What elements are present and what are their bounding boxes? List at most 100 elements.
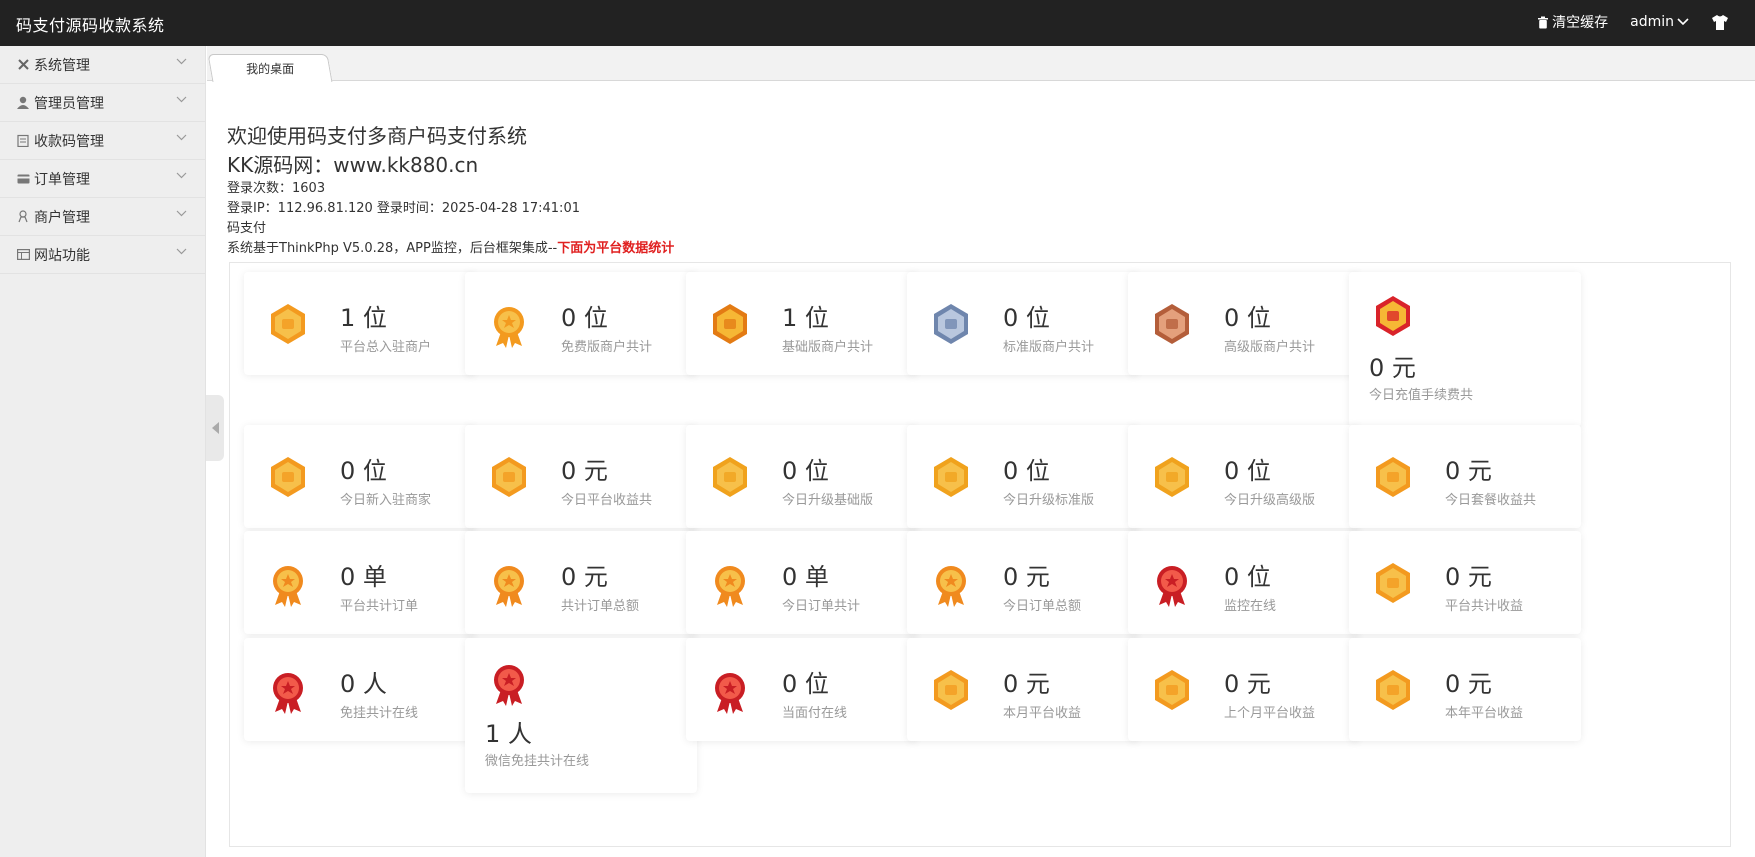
stat-label: 基础版商户共计 bbox=[782, 340, 874, 355]
sidebar-item-label: 管理员管理 bbox=[34, 95, 104, 112]
sidebar: 系统管理 管理员管理 收款码管理 订单管理 商户管理 网站功能 bbox=[0, 46, 206, 857]
clear-cache-button[interactable]: 清空缓存 bbox=[1537, 12, 1608, 32]
login-count: 登录次数：1603 bbox=[227, 181, 326, 196]
stat-value: 0 元 bbox=[1369, 354, 1416, 382]
sidebar-item-merchants[interactable]: 商户管理 bbox=[0, 198, 205, 236]
stat-card: 0 元今日订单总额 bbox=[907, 531, 1139, 634]
bronze-badge-icon bbox=[1155, 304, 1189, 344]
vip-medal-icon bbox=[1155, 457, 1189, 497]
silver-badge-icon bbox=[934, 304, 968, 344]
shield-badge-icon bbox=[1376, 296, 1410, 336]
stat-value: 0 位 bbox=[1003, 304, 1050, 332]
stat-card: 0 位今日升级高级版 bbox=[1128, 425, 1360, 528]
stat-value: 0 元 bbox=[1003, 563, 1050, 591]
chevron-down-icon bbox=[176, 58, 187, 65]
stat-value: 0 元 bbox=[1445, 563, 1492, 591]
clear-cache-label: 清空缓存 bbox=[1552, 15, 1609, 31]
rosette-medal-icon bbox=[936, 566, 966, 607]
stat-label: 平台共计收益 bbox=[1445, 599, 1524, 614]
stats-panel: 1 位平台总入驻商户 0 位免费版商户共计 1 位基础版商户共计 0 位标准版商户共计… bbox=[229, 262, 1731, 847]
stat-card: 0 位今日升级基础版 bbox=[686, 425, 918, 528]
trash-icon bbox=[1538, 16, 1549, 28]
chevron-down-icon bbox=[176, 248, 187, 255]
chevron-down-icon bbox=[1677, 18, 1689, 26]
stat-label: 本年平台收益 bbox=[1445, 706, 1524, 721]
sidebar-item-label: 网站功能 bbox=[34, 247, 90, 264]
stat-card: 0 位标准版商户共计 bbox=[907, 272, 1139, 375]
stat-label: 共计订单总额 bbox=[561, 599, 640, 614]
top-actions: 清空缓存 admin bbox=[1537, 12, 1729, 32]
stat-label: 上个月平台收益 bbox=[1224, 706, 1316, 721]
stat-value: 1 位 bbox=[782, 304, 829, 332]
system-desc-text: 系统基于ThinkPhp V5.0.28，APP监控，后台框架集成-- bbox=[227, 241, 558, 256]
crown-medal-icon bbox=[934, 670, 968, 710]
red-rosette-icon bbox=[1157, 566, 1187, 607]
stat-value: 0 位 bbox=[1224, 563, 1271, 591]
top-bar: 码支付源码收款系统 清空缓存 admin bbox=[0, 0, 1755, 46]
stat-card: 0 元共计订单总额 bbox=[465, 531, 697, 634]
stat-card: 0 人免挂共计在线 bbox=[244, 638, 476, 741]
rosette-medal-icon bbox=[494, 566, 524, 607]
tshirt-icon bbox=[1712, 14, 1728, 30]
chevron-down-icon bbox=[176, 96, 187, 103]
sidebar-item-label: 商户管理 bbox=[34, 209, 90, 226]
stat-value: 0 位 bbox=[782, 670, 829, 698]
rosette-medal-icon bbox=[273, 566, 303, 607]
site-line: KK源码网：www.kk880.cn bbox=[227, 153, 479, 177]
stat-card: 0 位免费版商户共计 bbox=[465, 272, 697, 375]
stat-card: 0 元今日套餐收益共 bbox=[1349, 425, 1581, 528]
stat-value: 0 元 bbox=[1003, 670, 1050, 698]
stat-card: 0 元今日充值手续费共 bbox=[1349, 272, 1581, 427]
stat-value: 0 位 bbox=[1224, 457, 1271, 485]
chevron-down-icon bbox=[176, 210, 187, 217]
sidebar-item-label: 收款码管理 bbox=[34, 133, 104, 150]
stat-card: 0 位监控在线 bbox=[1128, 531, 1360, 634]
stat-value: 0 单 bbox=[782, 563, 829, 591]
crown-medal-icon bbox=[1376, 457, 1410, 497]
crown-medal-icon bbox=[1376, 670, 1410, 710]
stat-card: 0 单平台共计订单 bbox=[244, 531, 476, 634]
rosette-medal-icon bbox=[715, 566, 745, 607]
user-menu[interactable]: admin bbox=[1630, 14, 1689, 30]
sidebar-item-qrcodes[interactable]: 收款码管理 bbox=[0, 122, 205, 160]
sidebar-item-admins[interactable]: 管理员管理 bbox=[0, 84, 205, 122]
tab-my-desktop[interactable]: 我的桌面 bbox=[207, 54, 333, 82]
stat-card: 0 位当面付在线 bbox=[686, 638, 918, 741]
stat-value: 1 人 bbox=[485, 720, 532, 748]
stat-label: 免费版商户共计 bbox=[561, 340, 653, 355]
ribbon-medal-icon bbox=[494, 307, 524, 348]
stat-label: 平台总入驻商户 bbox=[340, 340, 432, 355]
tools-icon bbox=[16, 58, 30, 72]
stat-card: 0 元本月平台收益 bbox=[907, 638, 1139, 741]
stat-value: 0 位 bbox=[1003, 457, 1050, 485]
stat-value: 0 位 bbox=[561, 304, 608, 332]
stats-heading: 下面为平台数据统计 bbox=[557, 241, 675, 256]
stat-card: 0 位今日升级标准版 bbox=[907, 425, 1139, 528]
trophy-medal-icon bbox=[271, 304, 305, 344]
window-icon bbox=[16, 248, 30, 262]
red-rosette-icon bbox=[494, 665, 524, 706]
stat-value: 0 位 bbox=[340, 457, 387, 485]
stat-card: 0 元上个月平台收益 bbox=[1128, 638, 1360, 741]
stat-value: 0 单 bbox=[340, 563, 387, 591]
theme-button[interactable] bbox=[1711, 14, 1729, 30]
sidebar-item-website[interactable]: 网站功能 bbox=[0, 236, 205, 274]
tab-bar: 我的桌面 bbox=[207, 46, 1755, 82]
sidebar-item-system[interactable]: 系统管理 bbox=[0, 46, 205, 84]
stat-label: 微信免挂共计在线 bbox=[485, 754, 590, 769]
stat-value: 0 元 bbox=[1445, 670, 1492, 698]
user-name: admin bbox=[1630, 14, 1674, 30]
stat-label: 今日订单总额 bbox=[1003, 599, 1082, 614]
stat-label: 今日新入驻商家 bbox=[340, 493, 432, 508]
sidebar-item-orders[interactable]: 订单管理 bbox=[0, 160, 205, 198]
stat-card: 0 单今日订单共计 bbox=[686, 531, 918, 634]
gold-badge-icon bbox=[713, 304, 747, 344]
stat-label: 今日升级高级版 bbox=[1224, 493, 1316, 508]
crown-medal-icon bbox=[492, 457, 526, 497]
chevron-down-icon bbox=[176, 172, 187, 179]
red-rosette-icon bbox=[273, 673, 303, 714]
stat-value: 0 元 bbox=[561, 563, 608, 591]
stat-card: 0 元今日平台收益共 bbox=[465, 425, 697, 528]
stat-value: 0 位 bbox=[782, 457, 829, 485]
stat-label: 今日订单共计 bbox=[782, 599, 861, 614]
